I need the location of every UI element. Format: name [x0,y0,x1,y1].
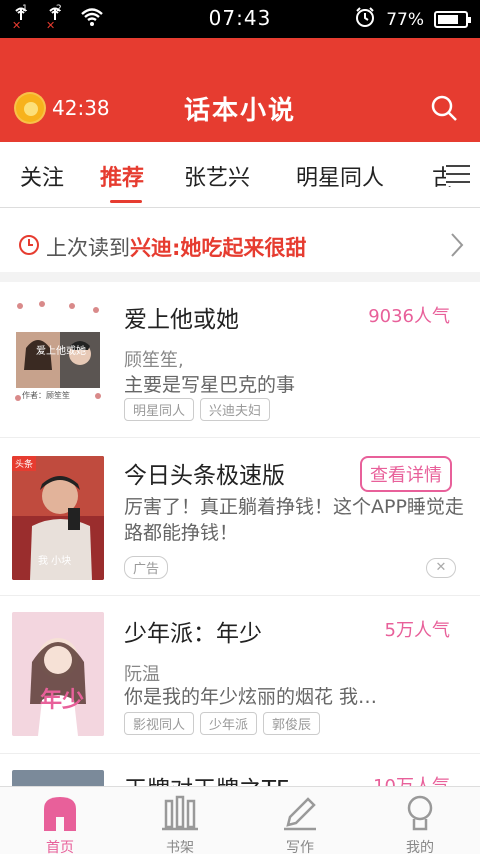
tag-list: 广告 [124,556,169,579]
tab-recommend[interactable]: 推荐 [100,160,144,192]
last-read-book: 兴迪:她吃起来很甜 [130,236,307,260]
book-cover[interactable]: 爱上他或她 作者：顾笙笙 [12,298,104,410]
bottom-tab-bar: 首页 书架 写作 我的 [0,786,480,857]
book-title: 王牌对王牌之TF [124,770,289,786]
search-icon[interactable] [430,94,458,122]
book-author: 阮温 [124,664,160,685]
battery-percent: 77% [386,9,424,30]
cover-title: 爱上他或她 [36,346,86,357]
popularity-count: 9036人气 [368,306,450,327]
bookshelf-icon [158,795,202,831]
app-header: 42:38 话本小说 [0,38,480,142]
view-details-button[interactable]: 查看详情 [360,456,452,492]
tab-profile[interactable]: 我的 [360,795,480,857]
last-read-bar[interactable]: 上次读到兴迪:她吃起来很甜 [0,210,480,282]
clock-icon [19,235,39,255]
pen-icon [278,795,322,831]
tag[interactable]: 少年派 [200,712,258,735]
book-title: 少年派：年少 [124,621,262,647]
ad-cover[interactable]: 头条 我 小块 [12,456,104,580]
tab-home[interactable]: 首页 [0,795,120,857]
list-item[interactable]: 年少 少年派：年少 5万人气 阮温 你是我的年少炫丽的烟花 我… 影视同人 少年… [0,596,480,754]
status-bar: ✕ 1 ✕ 2 07:43 77% [0,0,480,38]
last-read-text: 上次读到兴迪:她吃起来很甜 [46,236,307,260]
tag[interactable]: 兴迪夫妇 [200,398,271,421]
category-tabs: 关注 推荐 张艺兴 明星同人 古 [0,142,480,208]
tab-write[interactable]: 写作 [240,795,360,857]
tab-follow[interactable]: 关注 [20,160,64,192]
tab-celebrity-fanfic[interactable]: 明星同人 [296,160,384,192]
book-cover[interactable] [12,770,104,786]
popularity-count: 5万人气 [384,620,450,641]
cover-caption: 我 小块 [38,556,72,567]
ad-label: 广告 [124,556,169,579]
home-icon [38,795,82,831]
list-item[interactable]: 爱上他或她 作者：顾笙笙 爱上他或她 9036人气 顾笙笙, 主要是写星巴克的事… [0,282,480,438]
close-ad-icon[interactable]: ✕ [426,558,456,578]
page-title: 话本小说 [183,96,296,126]
menu-icon[interactable] [446,162,472,186]
book-description: 主要是写星巴克的事 [124,374,296,396]
tag[interactable]: 影视同人 [124,712,195,735]
alarm-icon [354,6,376,33]
chevron-right-icon [451,233,464,257]
book-description: 你是我的年少炫丽的烟花 我… [124,686,378,708]
active-tab-indicator [110,200,142,203]
ad-title: 今日头条极速版 [124,463,285,489]
battery-icon [434,11,471,28]
tag[interactable]: 郭俊辰 [263,712,321,735]
book-title: 爱上他或她 [124,307,239,333]
tag[interactable]: 明星同人 [124,398,195,421]
ad-badge: 头条 [12,456,37,471]
tag-list: 影视同人 少年派 郭俊辰 [124,712,321,735]
tab-zhang-yixing[interactable]: 张艺兴 [184,160,250,192]
list-item[interactable]: 王牌对王牌之TF 10万人气 [0,754,480,786]
ad-description: 厉害了！真正躺着挣钱！这个APP睡觉走路都能挣钱！ [124,496,464,544]
ad-item[interactable]: 头条 我 小块 今日头条极速版 查看详情 厉害了！真正躺着挣钱！这个APP睡觉走… [0,438,480,596]
cover-author: 作者：顾笙笙 [22,391,70,400]
tab-bookshelf[interactable]: 书架 [120,795,240,857]
book-author: 顾笙笙, [124,350,184,371]
book-cover[interactable]: 年少 [12,612,104,736]
tag-list: 明星同人 兴迪夫妇 [124,398,271,421]
profile-icon [398,795,442,831]
popularity-count: 10万人气 [373,772,450,786]
cover-title: 年少 [40,688,85,713]
